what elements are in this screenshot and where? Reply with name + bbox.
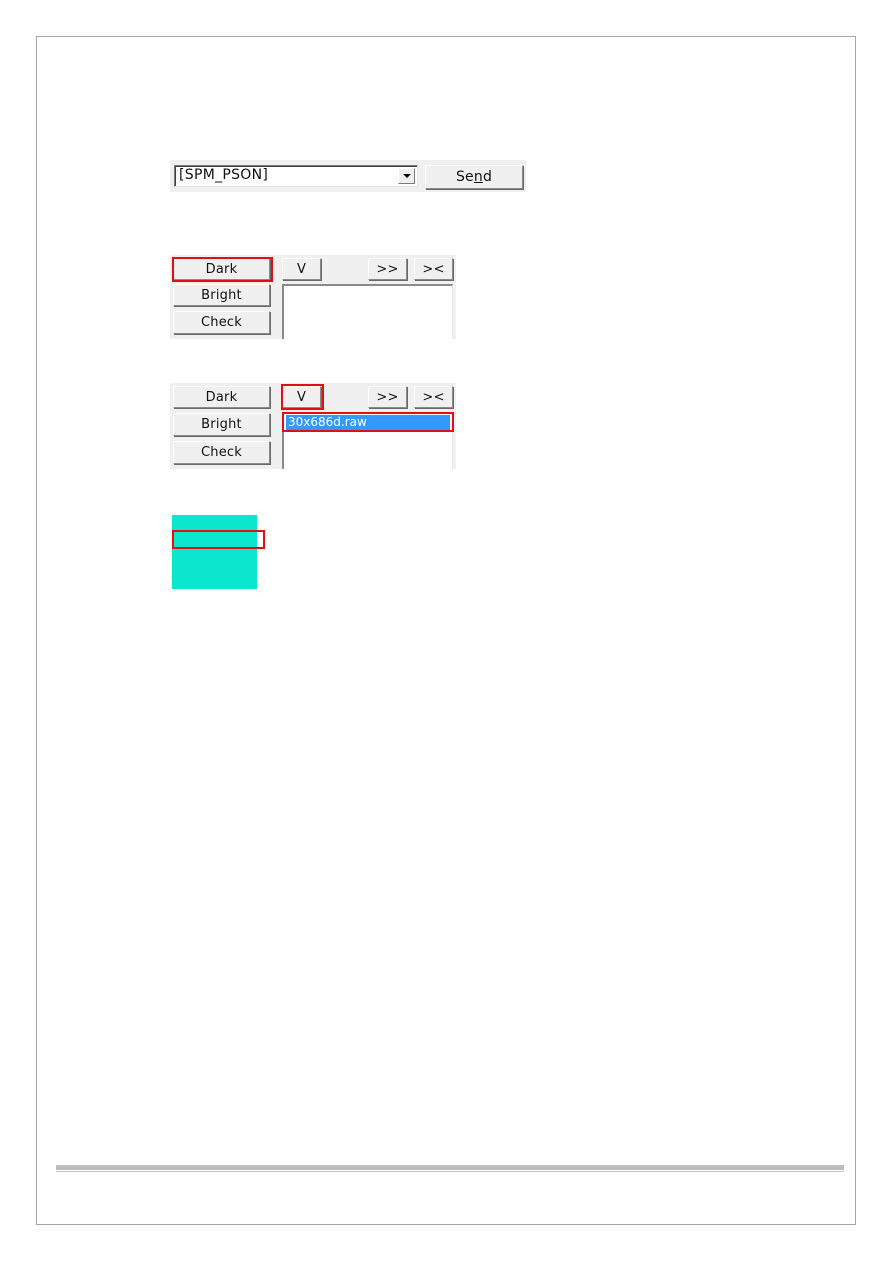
collapse-button[interactable]: ><	[414, 258, 453, 280]
collapse-button[interactable]: ><	[414, 386, 453, 408]
bright-button[interactable]: Bright	[173, 284, 270, 306]
chevron-down-icon[interactable]	[398, 168, 415, 184]
expand-button-label: >>	[376, 261, 399, 277]
send-label-post: d	[482, 169, 493, 185]
check-button-label: Check	[201, 445, 242, 460]
view-button[interactable]: V	[282, 386, 321, 408]
dark-button[interactable]: Dark	[173, 258, 270, 280]
dark-button-label: Dark	[205, 261, 238, 277]
check-button[interactable]: Check	[173, 441, 270, 464]
send-button[interactable]: Se n d	[425, 165, 523, 189]
dark-button-label: Dark	[205, 389, 238, 405]
footer-rule	[56, 1165, 844, 1170]
file-listbox[interactable]: 30x686d.raw	[282, 412, 453, 469]
collapse-button-label: ><	[422, 389, 445, 405]
expand-button[interactable]: >>	[368, 386, 407, 408]
command-combobox-value: [SPM_PSON]	[179, 167, 269, 183]
expand-button-label: >>	[376, 389, 399, 405]
bright-button-label: Bright	[201, 287, 242, 303]
dark-button[interactable]: Dark	[173, 386, 270, 408]
list-item-selected[interactable]: 30x686d.raw	[286, 415, 450, 430]
command-combobox[interactable]: [SPM_PSON]	[174, 165, 418, 187]
bright-button-label: Bright	[201, 417, 242, 432]
file-listbox[interactable]	[282, 284, 453, 339]
send-label-mnemonic: n	[473, 169, 483, 185]
expand-button[interactable]: >>	[368, 258, 407, 280]
footer-rule-thin	[56, 1171, 844, 1172]
send-label-pre: Se	[455, 169, 474, 185]
page-frame	[36, 36, 856, 1225]
view-button[interactable]: V	[282, 258, 321, 280]
view-button-label: V	[296, 389, 307, 405]
check-button[interactable]: Check	[173, 311, 270, 334]
check-button-label: Check	[201, 315, 242, 330]
view-button-label: V	[296, 261, 307, 277]
bright-button[interactable]: Bright	[173, 413, 270, 436]
preview-block	[172, 515, 257, 589]
collapse-button-label: ><	[422, 261, 445, 277]
